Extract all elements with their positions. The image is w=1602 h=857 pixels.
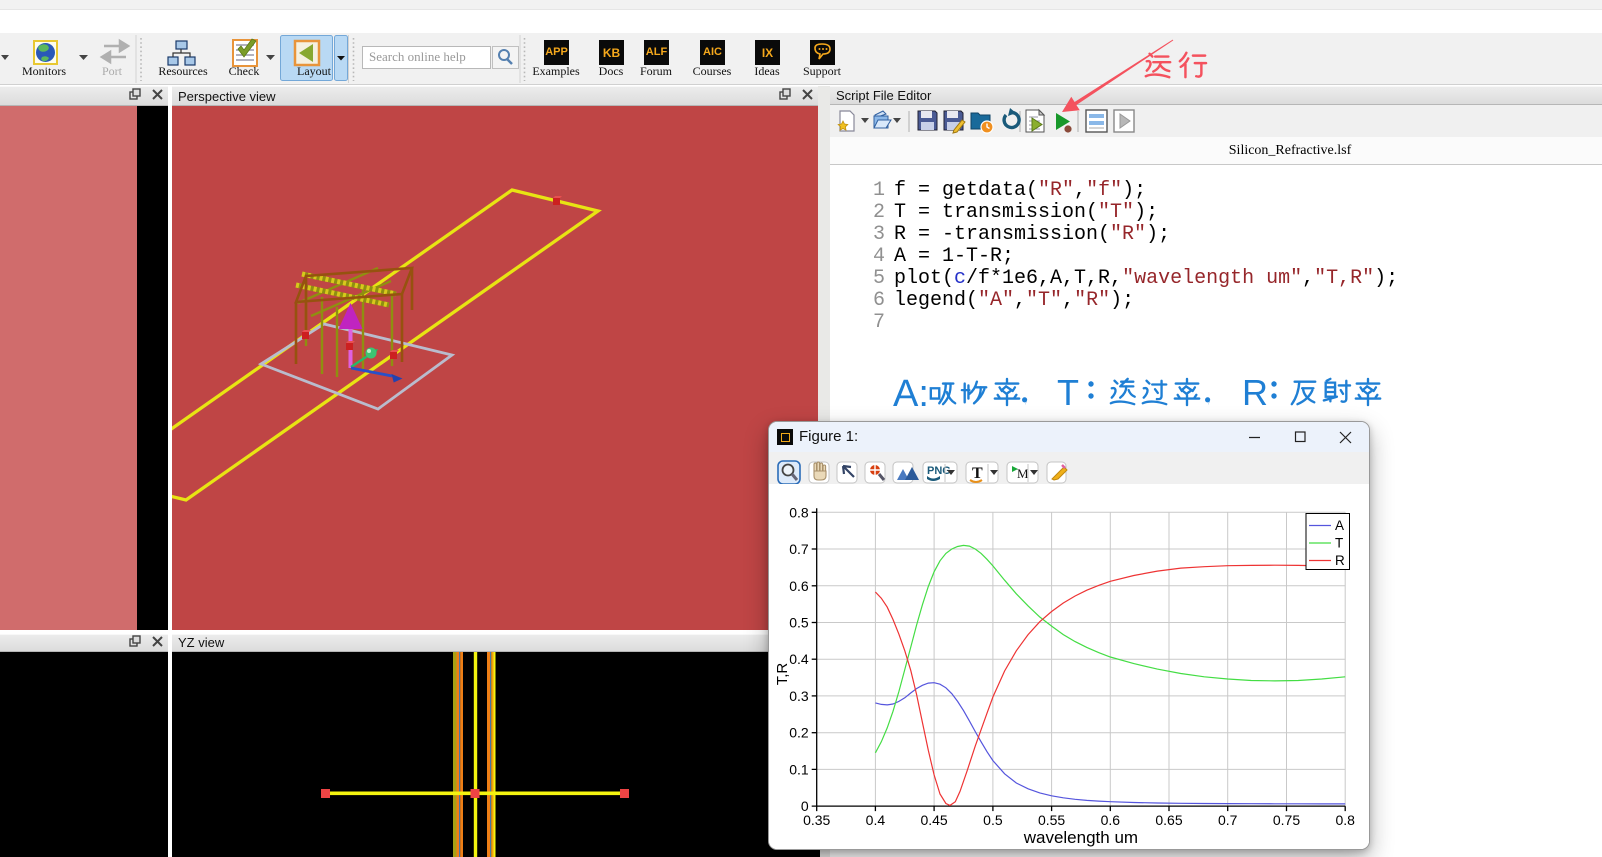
svg-text:0.75: 0.75: [1273, 812, 1300, 828]
svg-text:0.5: 0.5: [983, 812, 1003, 828]
svg-text:PNG: PNG: [927, 465, 951, 477]
svg-text:0.7: 0.7: [1218, 812, 1238, 828]
svg-text:0.4: 0.4: [789, 651, 809, 667]
svg-text:0.8: 0.8: [1335, 812, 1355, 828]
svg-text:M: M: [1017, 466, 1029, 481]
svg-text:A: A: [1335, 518, 1344, 533]
svg-text:wavelength um: wavelength um: [1023, 828, 1138, 847]
svg-text:0.7: 0.7: [789, 541, 809, 557]
svg-text:A:: A:: [893, 373, 929, 415]
svg-text:0.2: 0.2: [789, 725, 809, 741]
svg-text:0.5: 0.5: [789, 615, 809, 631]
svg-text:0.35: 0.35: [803, 812, 830, 828]
svg-text:0.8: 0.8: [789, 504, 809, 520]
svg-text:T: T: [1335, 536, 1343, 551]
svg-text:0.65: 0.65: [1155, 812, 1182, 828]
svg-text:R: R: [1335, 553, 1345, 568]
svg-text:0.4: 0.4: [866, 812, 886, 828]
svg-text:0.55: 0.55: [1038, 812, 1065, 828]
svg-text:0.6: 0.6: [1101, 812, 1121, 828]
svg-text:R: R: [1242, 372, 1268, 413]
svg-text:T,R: T,R: [774, 663, 791, 686]
svg-text:0.3: 0.3: [789, 688, 809, 704]
svg-text:0.45: 0.45: [920, 812, 947, 828]
svg-text:T: T: [1057, 372, 1079, 413]
svg-text:Search online help: Search online help: [369, 49, 466, 64]
svg-text:0.6: 0.6: [789, 578, 809, 594]
svg-text:0.1: 0.1: [789, 761, 809, 777]
